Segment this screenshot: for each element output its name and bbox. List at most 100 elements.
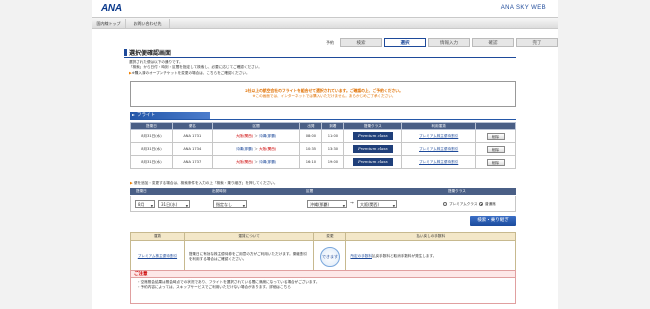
- route-to: 沖縄(那覇): [259, 133, 277, 138]
- chevron-down-icon: ▼: [342, 204, 345, 208]
- route-to: 大阪(関西): [259, 146, 277, 151]
- flight-section-label: フライト: [137, 113, 155, 118]
- flight-class: Premium class: [343, 155, 403, 169]
- flight-action: 削除: [475, 129, 516, 143]
- notice-line-2: ※この画面では、インターネットでは購入いただけません。あらかじめご了承ください。: [252, 94, 396, 98]
- caution-title: ご注意: [130, 270, 516, 278]
- chevron-down-icon: ▼: [242, 204, 245, 208]
- search-col-date: 搭乗日: [136, 189, 147, 193]
- flight-dep: 08:00: [299, 129, 323, 143]
- search-form: 8月 ▼ 31日(水) ▼ 指定なし ▼ 沖縄(那覇) ▼ → 大阪(関西) ▼ プレミア…: [130, 196, 516, 212]
- table-row: 8月31日(水) ANA 1734 沖縄(那覇) ＞ 大阪(関西) 10:35 …: [130, 142, 516, 156]
- route-to: 沖縄(那覇): [259, 159, 277, 164]
- flight-route: 沖縄(那覇) ＞ 大阪(関西): [211, 142, 301, 156]
- flight-date: 8月31日(水): [130, 129, 173, 143]
- search-col-time: 出発時刻: [212, 189, 227, 193]
- global-nav: 国内線トップ お問い合わせ先: [92, 17, 558, 29]
- step-complete: 完了: [516, 38, 558, 47]
- arrow-icon: ▶: [130, 181, 133, 185]
- page-title: 選択便確認画面: [129, 50, 172, 57]
- time-select[interactable]: 指定なし ▼: [213, 200, 247, 208]
- caution-line-2: ・予約内容によっては、スキップサービスでご利用いただけない場合があります。詳細は…: [137, 285, 291, 290]
- search-header: 搭乗日 出発時刻 区間 搭乗クラス: [130, 188, 516, 195]
- flight-action: 削除: [475, 155, 516, 169]
- search-col-route: 区間: [306, 189, 314, 193]
- month-select[interactable]: 8月 ▼: [135, 200, 155, 208]
- route-from: 沖縄(那覇): [235, 146, 254, 151]
- flight-date: 8月31日(水): [130, 155, 173, 169]
- flight-dep: 16:10: [299, 155, 323, 169]
- flight-fare: プレミアム株主優待割引: [401, 129, 477, 143]
- chevron-down-icon: ▼: [185, 204, 188, 208]
- fare-change: できます: [313, 240, 347, 273]
- month-value: 8月: [138, 202, 145, 207]
- fare-link[interactable]: プレミアム株主優待割引: [419, 147, 458, 151]
- title-divider: [124, 57, 516, 58]
- flight-arr: 13:30: [321, 142, 345, 156]
- class-label-economy: 普通席: [485, 202, 496, 206]
- refund-text: 払戻手数料と取消手数料が発生します。: [372, 254, 437, 258]
- table-row: 8月31日(水) ANA 1737 大阪(関西) ＞ 沖縄(那覇) 16:10 …: [130, 155, 516, 169]
- col-date: 搭乗日: [130, 122, 173, 130]
- refund-fee-link[interactable]: 所定の手数料: [350, 254, 372, 258]
- from-value: 沖縄(那覇): [310, 202, 330, 207]
- flight-route: 大阪(関西) ＞ 沖縄(那覇): [211, 155, 301, 169]
- ana-sky-web-brand: ANA SKY WEB: [500, 5, 546, 11]
- delete-button[interactable]: 削除: [486, 132, 505, 140]
- notice-box: 2社以上の航空会社のフライトを組合せて選択されています。ご確認の上、ご予約くださ…: [130, 81, 516, 107]
- class-radio-economy[interactable]: [479, 202, 483, 206]
- fare-name: プレミアム株主優待割引: [130, 240, 185, 273]
- time-value: 指定なし: [216, 202, 232, 207]
- steps-prefix: 予約: [326, 40, 334, 45]
- col-fare: 利用運賃: [401, 122, 477, 130]
- intro-line-3: ▶※購入済のオープンチケットを変更の場合は、こちらをご確認ください。: [129, 71, 509, 76]
- fare-refund: 所定の手数料払戻手数料と取消手数料が発生します。: [345, 240, 516, 273]
- class-radio-premium[interactable]: [443, 202, 447, 206]
- flight-fare: プレミアム株主優待割引: [401, 155, 477, 169]
- day-value: 31日(水): [161, 202, 178, 207]
- col-flight: 便名: [171, 122, 213, 130]
- flight-date: 8月31日(水): [130, 142, 173, 156]
- progress-steps: 予約 検索 選択 情報入力 確認 完了: [326, 38, 558, 47]
- class-label-premium: プレミアムクラス: [449, 202, 478, 206]
- triangle-icon: [132, 114, 135, 116]
- search-col-class: 搭乗クラス: [448, 189, 466, 193]
- fare-link[interactable]: プレミアム株主優待割引: [419, 134, 458, 138]
- fare-name-link[interactable]: プレミアム株主優待割引: [138, 254, 177, 258]
- col-action: [475, 122, 516, 130]
- col-dep: 出発: [299, 122, 323, 130]
- flight-dep: 10:35: [299, 142, 323, 156]
- to-value: 大阪(関西): [360, 202, 380, 207]
- step-select: 選択: [384, 38, 426, 47]
- flight-table: 搭乗日 便名 区間 出発 到着 搭乗クラス 利用運賃 8月31日(水) ANA …: [130, 122, 516, 169]
- ana-logo[interactable]: ANA: [101, 3, 122, 14]
- flight-section-divider: [130, 119, 516, 120]
- route-arrow-icon: →: [350, 201, 354, 206]
- step-confirm: 確認: [472, 38, 514, 47]
- search-button[interactable]: 検索・乗り継ぎ: [470, 216, 516, 226]
- delete-button[interactable]: 削除: [486, 145, 505, 153]
- flight-number: ANA 1734: [171, 142, 213, 156]
- flight-class: Premium class: [343, 129, 403, 143]
- nav-contact[interactable]: お問い合わせ先: [126, 19, 170, 28]
- step-search: 検索: [340, 38, 382, 47]
- intro-text: 選択された便は以下の通りです。 「検索」から日付・時刻・区間を指定して検索し、必…: [129, 60, 509, 76]
- step-info: 情報入力: [428, 38, 470, 47]
- to-select[interactable]: 大阪(関西) ▼: [357, 200, 397, 208]
- from-select[interactable]: 沖縄(那覇) ▼: [307, 200, 347, 208]
- flight-action: 削除: [475, 142, 516, 156]
- route-from: 大阪(関西): [235, 133, 254, 138]
- premium-class-badge: Premium class: [352, 132, 393, 140]
- title-marker: [124, 49, 127, 56]
- fare-col-change: 変更: [313, 232, 347, 241]
- fare-col-about: 運賃について: [183, 232, 315, 241]
- day-select[interactable]: 31日(水) ▼: [158, 200, 190, 208]
- table-row: 8月31日(水) ANA 1731 大阪(関西) ＞ 沖縄(那覇) 08:00 …: [130, 129, 516, 143]
- fare-link[interactable]: プレミアム株主優待割引: [419, 160, 458, 164]
- flight-arr: 11:00: [321, 129, 345, 143]
- delete-button[interactable]: 削除: [486, 158, 505, 166]
- page: ANA ANA SKY WEB 国内線トップ お問い合わせ先 予約 検索 選択 …: [92, 0, 558, 309]
- nav-domestic-top[interactable]: 国内線トップ: [92, 19, 126, 28]
- fare-table: 運賃 運賃について 変更 払い戻しの手数料 プレミアム株主優待割引 搭乗日に有効…: [130, 232, 516, 273]
- intro-line-3-text: ※購入済のオープンチケットを変更の場合は、こちらをご確認ください。: [131, 70, 250, 75]
